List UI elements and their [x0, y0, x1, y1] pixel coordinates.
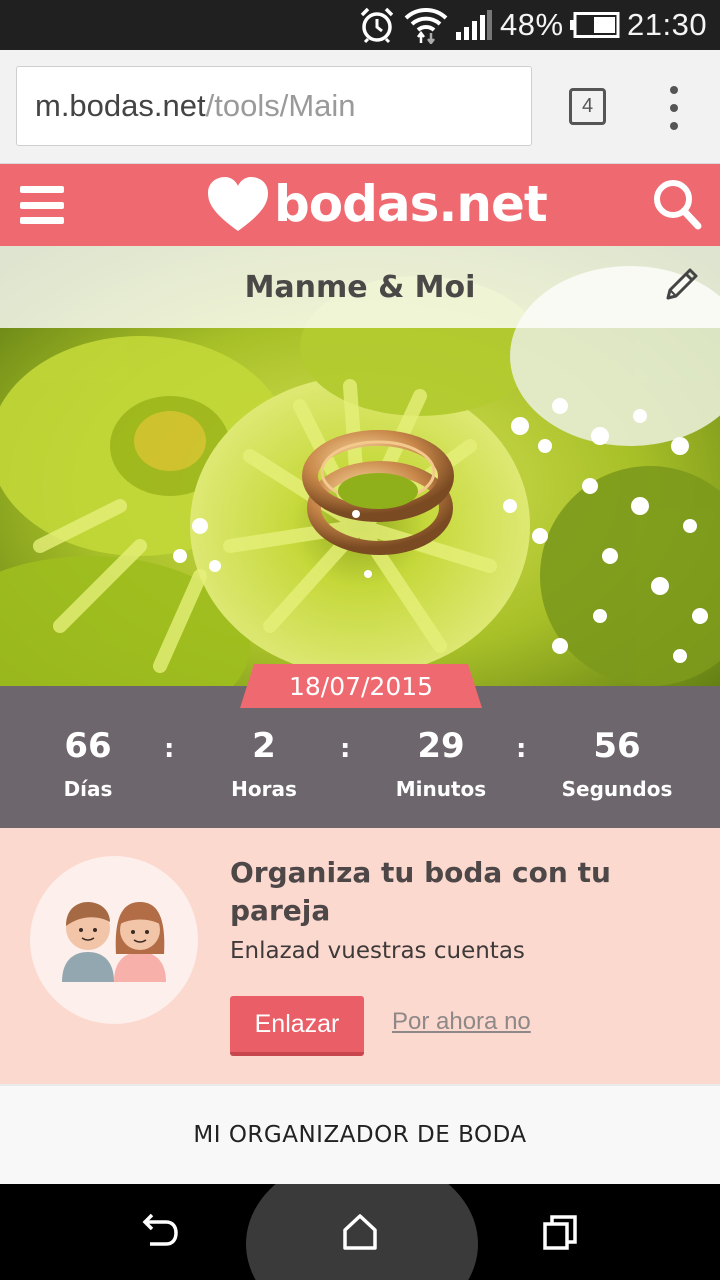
alarm-clock-icon: [358, 0, 396, 50]
wedding-date: 18/07/2015: [288, 671, 434, 701]
couple-name: Manme & Moi: [244, 269, 476, 305]
countdown-minutes: 29 Minutos: [371, 724, 511, 804]
card-title: Organiza tu boda con tu pareja: [230, 856, 611, 927]
couple-title-bar: Manme & Moi: [0, 246, 720, 328]
home-icon[interactable]: [342, 1212, 378, 1256]
back-icon[interactable]: [140, 1212, 180, 1256]
link-partner-card: Organiza tu boda con tu pareja Enlazad v…: [0, 828, 720, 1084]
overflow-menu-icon[interactable]: [664, 86, 684, 130]
hours-label: Horas: [231, 777, 297, 801]
hero-photo: Manme & Moi: [0, 246, 720, 686]
signal-icon: [456, 0, 492, 50]
navigation-bar: [0, 1184, 720, 1280]
days-value: 66: [64, 726, 112, 766]
browser-toolbar: m.bodas.net/tools/Main 4: [0, 50, 720, 164]
wifi-icon: [404, 0, 448, 50]
bodas-logo[interactable]: bodas.net: [206, 172, 548, 236]
link-accounts-button[interactable]: Enlazar: [230, 996, 364, 1056]
separator: :: [164, 734, 175, 764]
minutes-label: Minutos: [395, 777, 487, 801]
url-bar[interactable]: m.bodas.net/tools/Main: [16, 66, 532, 146]
brand-name: bodas.net: [274, 175, 548, 233]
menu-icon[interactable]: [20, 186, 64, 224]
seconds-value: 56: [593, 726, 641, 766]
separator: :: [340, 734, 351, 764]
minutes-value: 29: [417, 726, 465, 766]
card-subtitle: Enlazad vuestras cuentas: [230, 938, 525, 964]
app-header: bodas.net: [0, 164, 720, 246]
seconds-label: Segundos: [561, 777, 673, 801]
battery-percent: 48%: [500, 7, 564, 42]
battery-icon: [570, 0, 620, 50]
clock-time: 21:30: [627, 7, 708, 42]
tab-switcher-button[interactable]: 4: [569, 88, 606, 125]
days-label: Días: [63, 777, 113, 801]
wedding-date-ribbon: 18/07/2015: [240, 664, 482, 708]
couple-avatar: [30, 856, 198, 1024]
not-now-link[interactable]: Por ahora no: [392, 1008, 531, 1036]
heart-icon: [208, 177, 268, 231]
countdown-hours: 2 Horas: [194, 724, 334, 804]
organizer-section[interactable]: MI ORGANIZADOR DE BODA: [0, 1084, 720, 1184]
url-path: /tools/Main: [205, 88, 356, 123]
status-bar: 48% 21:30: [0, 0, 720, 50]
countdown-seconds: 56 Segundos: [547, 724, 687, 804]
countdown-days: 66 Días: [18, 724, 158, 804]
url-host: m.bodas.net: [35, 88, 206, 123]
search-icon[interactable]: [652, 178, 702, 234]
organizer-title: MI ORGANIZADOR DE BODA: [193, 1122, 527, 1148]
separator: :: [516, 734, 527, 764]
hours-value: 2: [252, 726, 276, 766]
recents-icon[interactable]: [542, 1212, 578, 1256]
